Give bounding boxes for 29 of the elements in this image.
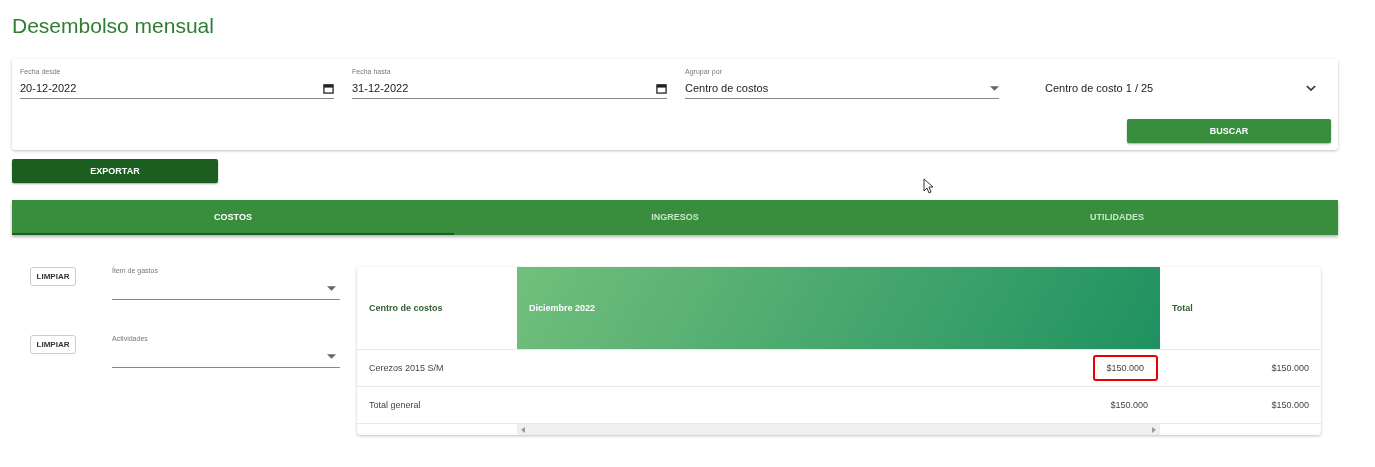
chevron-down-icon bbox=[1306, 84, 1316, 92]
table-cell: Cerezos 2015 S/M bbox=[357, 349, 517, 387]
table-cell: Total general bbox=[357, 386, 517, 424]
table-cell: $150.000 bbox=[1160, 349, 1321, 387]
dropdown-caret-icon bbox=[327, 285, 336, 291]
scroll-right-icon[interactable] bbox=[1152, 426, 1156, 433]
tab[interactable]: COSTOS bbox=[12, 200, 454, 235]
expandable-select[interactable]: Centro de costo 1 / 25 bbox=[1017, 78, 1330, 98]
search-button[interactable]: BUSCAR bbox=[1127, 119, 1331, 143]
date-field[interactable]: 31-12-2022 bbox=[352, 78, 667, 99]
dropdown-caret-icon bbox=[327, 353, 336, 359]
clear-button[interactable]: LIMPIAR bbox=[30, 335, 76, 354]
calendar-icon[interactable] bbox=[656, 82, 667, 94]
dropdown-caret-icon bbox=[990, 85, 999, 91]
column-header: Total bbox=[1160, 267, 1321, 350]
table-cell: $150.000 bbox=[517, 386, 1160, 424]
column-header: Centro de costos bbox=[357, 267, 517, 350]
export-button[interactable]: EXPORTAR bbox=[12, 159, 218, 183]
page-title: Desembolso mensual bbox=[12, 13, 215, 39]
scroll-left-icon[interactable] bbox=[521, 426, 525, 433]
horizontal-scrollbar[interactable] bbox=[517, 424, 1160, 435]
select-field[interactable]: Centro de costos bbox=[685, 78, 999, 99]
mouse-cursor-icon bbox=[923, 178, 934, 194]
date-field[interactable]: 20-12-2022 bbox=[20, 78, 334, 99]
table-cell: $150.000 bbox=[1160, 386, 1321, 424]
clear-button[interactable]: LIMPIAR bbox=[30, 267, 76, 286]
highlighted-value: $150.000 bbox=[1093, 355, 1158, 381]
column-header: Diciembre 2022 bbox=[517, 267, 1160, 350]
calendar-icon[interactable] bbox=[323, 82, 334, 94]
